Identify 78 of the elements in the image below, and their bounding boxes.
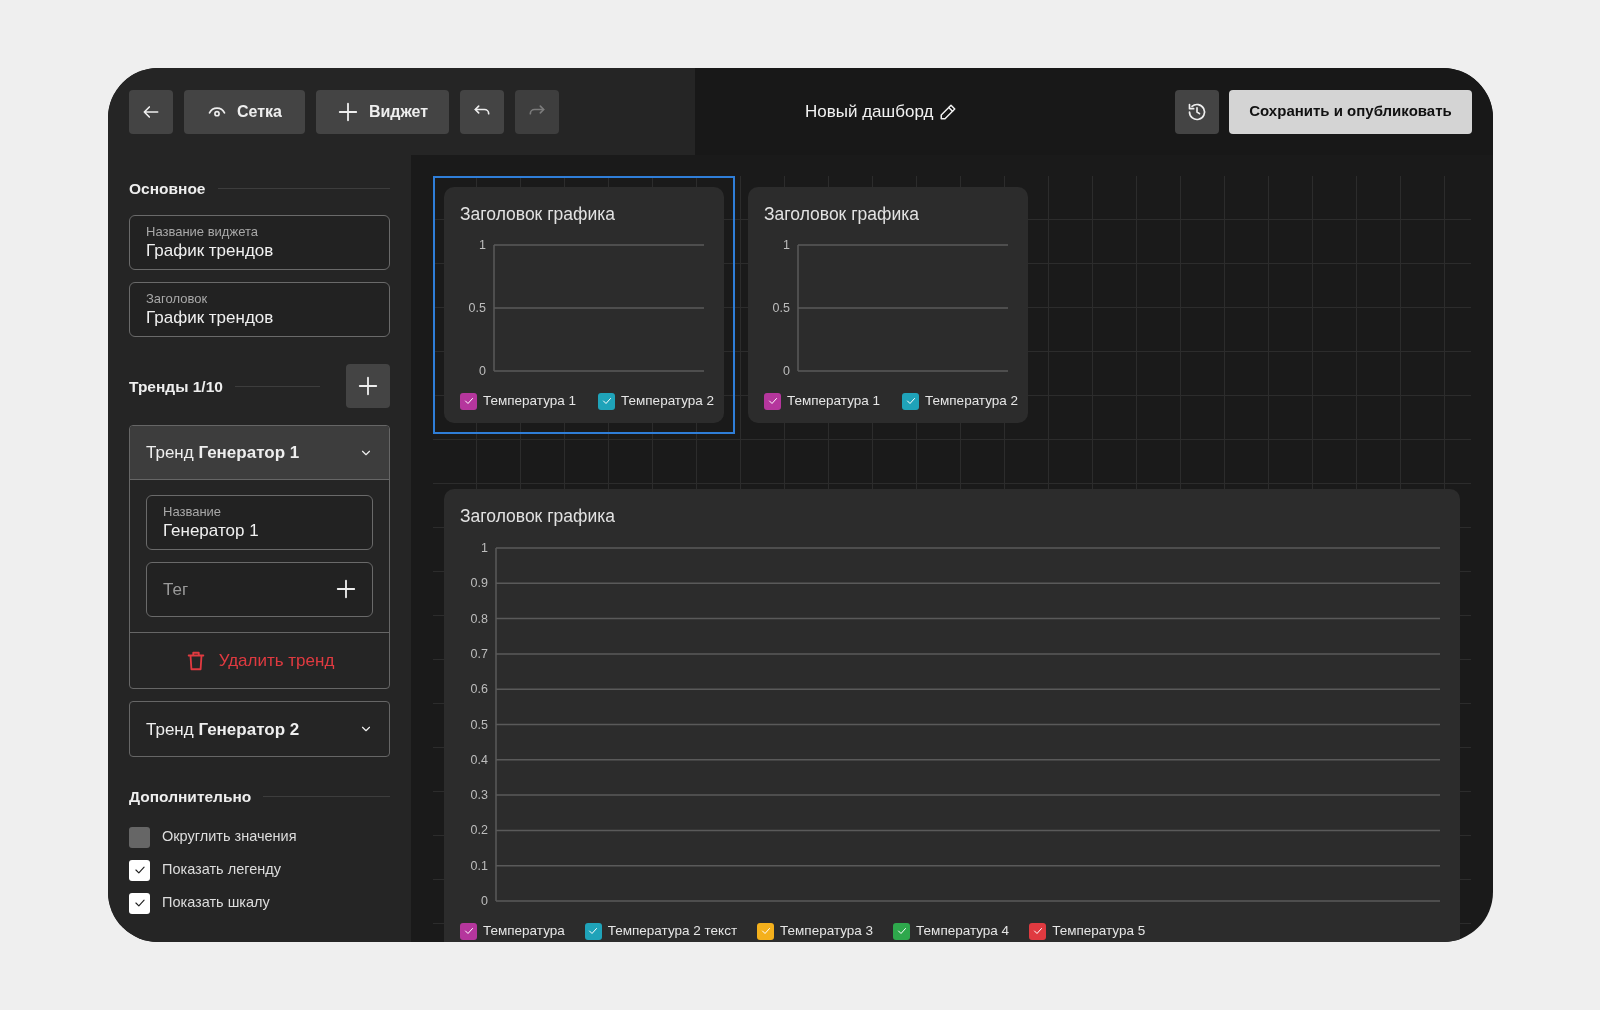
- axis-tick-label: 1: [481, 541, 488, 556]
- legend-checkbox[interactable]: [1029, 922, 1047, 940]
- field-label: Название: [163, 504, 223, 520]
- add-widget-button[interactable]: Виджет: [316, 89, 449, 134]
- legend-checkbox[interactable]: [598, 392, 616, 410]
- field-label: Заголовок: [146, 291, 209, 307]
- field-label: Название виджета: [146, 224, 259, 240]
- publish-button[interactable]: Сохранить и опубликовать: [1229, 89, 1472, 134]
- axis-tick-label: 0.9: [470, 576, 488, 591]
- plus-icon: [335, 578, 357, 601]
- tag-field[interactable]: Тег: [146, 562, 373, 618]
- option-label: Округлить значения: [162, 827, 297, 847]
- field-value: График трендов: [146, 239, 275, 262]
- axis-tick-label: 0.4: [470, 753, 488, 768]
- axis-tick-label: 1: [783, 238, 790, 253]
- plus-icon: [357, 375, 379, 398]
- field-value: Генератор 1: [163, 519, 260, 542]
- legend-checkbox[interactable]: [460, 392, 477, 410]
- axis-tick-label: 0.5: [468, 301, 486, 316]
- axis-tick-label: 0.5: [772, 301, 790, 316]
- text-field[interactable]: Название Генератор 1: [146, 495, 373, 551]
- history-button[interactable]: [1175, 89, 1219, 134]
- legend-label: Температура 2 текст: [607, 922, 738, 941]
- axis-tick-label: 0: [783, 364, 790, 379]
- add-trend-button[interactable]: [346, 364, 390, 409]
- legend-checkbox[interactable]: [764, 392, 781, 410]
- axis-tick-label: 0: [479, 364, 486, 379]
- chart-card[interactable]: Заголовок графика 0 0.5 1 Температура 1 Температура 2: [444, 187, 724, 423]
- checkbox[interactable]: [129, 826, 150, 848]
- legend-label: Температура: [483, 922, 565, 941]
- legend-checkbox[interactable]: [757, 922, 775, 940]
- legend-label: Температура 4: [916, 922, 1010, 941]
- chart-card[interactable]: Заголовок графика 0 0.1 0.2 0.3 0.4 0.5 0.6 0.7 0.8 0.9 1 Температура Температура 2 текст Температура 3 Температура 4 Температура 5: [444, 489, 1460, 942]
- chart-card[interactable]: Заголовок графика 0 0.5 1 Температура 1 Температура 2: [748, 187, 1028, 423]
- section-heading: Тренды 1/10: [129, 376, 223, 397]
- legend-checkbox[interactable]: [584, 922, 602, 940]
- legend-label: Температура 2: [925, 392, 1019, 411]
- pencil-icon: [939, 102, 958, 121]
- plus-icon: [336, 100, 359, 123]
- delete-trend-button[interactable]: Удалить тренд: [130, 633, 389, 689]
- trend-header[interactable]: Тренд Генератор 1: [130, 426, 389, 481]
- legend-label: Температура 2: [621, 392, 715, 411]
- section-heading: Дополнительно: [129, 787, 252, 808]
- grid-view-button[interactable]: Сетка: [184, 89, 305, 134]
- edit-title-button[interactable]: [939, 102, 958, 121]
- section-heading: Основное: [129, 179, 206, 199]
- history-icon: [1187, 101, 1207, 122]
- legend-checkbox[interactable]: [902, 392, 920, 410]
- back-button[interactable]: [129, 89, 173, 134]
- legend-checkbox[interactable]: [460, 922, 477, 940]
- dashboard-title: Новый дашборд: [805, 100, 934, 123]
- axis-tick-label: 0.6: [470, 682, 488, 697]
- legend-label: Температура 1: [483, 392, 577, 411]
- axis-tick-label: 0: [481, 894, 488, 909]
- legend-label: Температура 1: [787, 392, 881, 411]
- chart-title: Заголовок графика: [460, 505, 616, 528]
- undo-button[interactable]: [460, 89, 504, 134]
- add-tag-button[interactable]: [335, 578, 357, 601]
- legend-label: Температура 3: [780, 922, 874, 941]
- axis-tick-label: 0.3: [470, 788, 488, 803]
- option-label: Показать шкалу: [162, 893, 270, 913]
- chart-title: Заголовок графика: [460, 203, 616, 226]
- option-label: Показать легенду: [162, 860, 281, 880]
- axis-tick-label: 0.8: [470, 611, 488, 626]
- legend-checkbox[interactable]: [893, 922, 911, 940]
- axis-tick-label: 0.7: [470, 647, 488, 662]
- axis-tick-label: 1: [479, 238, 486, 253]
- axis-tick-label: 0.5: [470, 717, 488, 732]
- text-field[interactable]: Заголовок График трендов: [129, 282, 390, 338]
- checkbox[interactable]: [129, 892, 150, 914]
- legend-label: Температура 5: [1052, 922, 1146, 941]
- text-field[interactable]: Название виджета График трендов: [129, 215, 390, 271]
- chart-title: Заголовок графика: [764, 203, 920, 226]
- axis-tick-label: 0.2: [470, 823, 488, 838]
- checkbox[interactable]: [129, 859, 150, 881]
- axis-tick-label: 0.1: [470, 858, 488, 873]
- trend-header[interactable]: Тренд Генератор 2: [130, 702, 389, 757]
- field-value: График трендов: [146, 306, 275, 329]
